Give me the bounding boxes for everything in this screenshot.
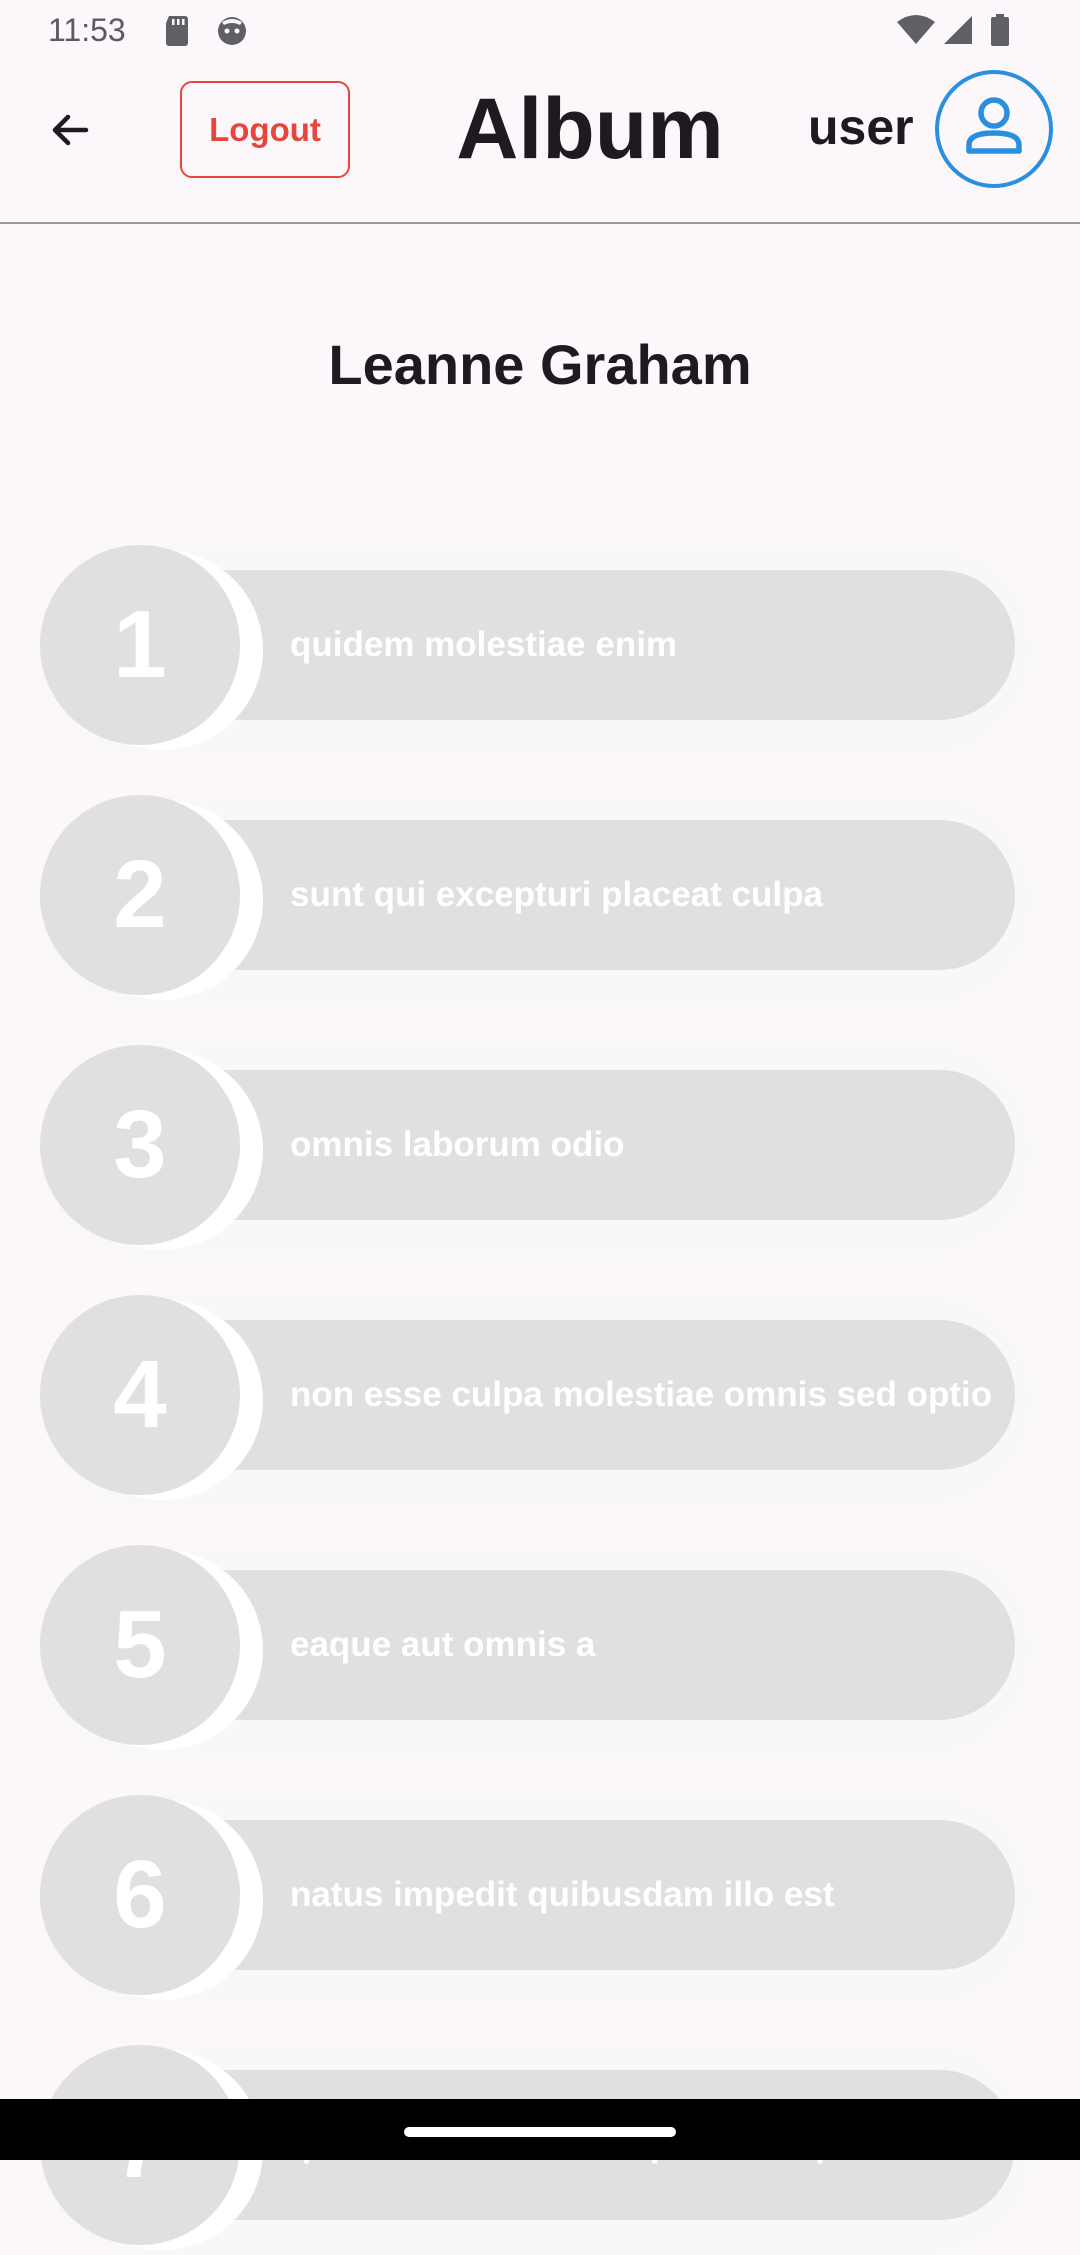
status-bar: 11:53 (0, 0, 1080, 62)
home-indicator[interactable] (404, 2127, 676, 2137)
album-number-badge: 4 (40, 1295, 240, 1495)
album-number-badge: 5 (40, 1545, 240, 1745)
signal-icon (942, 14, 974, 46)
album-number-badge: 2 (40, 795, 240, 995)
album-list-item[interactable]: 6 natus impedit quibusdam illo est (0, 1795, 1080, 2005)
back-button[interactable] (34, 96, 106, 168)
person-outline-icon (956, 89, 1032, 170)
album-title: non esse culpa molestiae omnis sed optio (290, 1375, 993, 1414)
user-label: user (808, 99, 914, 155)
album-title: sunt qui excepturi placeat culpa (290, 875, 823, 914)
album-list-item[interactable]: 1 quidem molestiae enim (0, 545, 1080, 755)
album-number-badge: 6 (40, 1795, 240, 1995)
top-app-bar: Logout Album user (0, 62, 1080, 224)
logout-button[interactable]: Logout (180, 81, 350, 178)
album-title: omnis laborum odio (290, 1125, 625, 1164)
album-title: natus impedit quibusdam illo est (290, 1875, 835, 1914)
album-list-item[interactable]: 5 eaque aut omnis a (0, 1545, 1080, 1755)
page-title: Album (456, 81, 724, 177)
sd-card-icon (163, 14, 191, 46)
system-navigation-bar (0, 2099, 1080, 2160)
album-title: quidem molestiae enim (290, 625, 678, 664)
wifi-icon (896, 14, 936, 46)
album-number-badge: 3 (40, 1045, 240, 1245)
album-list-item[interactable]: 4 non esse culpa molestiae omnis sed opt… (0, 1295, 1080, 1505)
battery-icon (990, 14, 1010, 46)
album-title: eaque aut omnis a (290, 1625, 596, 1664)
album-list-item[interactable]: 2 sunt qui excepturi placeat culpa (0, 795, 1080, 1005)
album-number-badge: 1 (40, 545, 240, 745)
notification-face-icon (216, 14, 248, 46)
user-name-heading: Leanne Graham (328, 333, 752, 396)
arrow-back-icon (46, 106, 94, 159)
album-list-item[interactable]: 3 omnis laborum odio (0, 1045, 1080, 1255)
status-time: 11:53 (48, 12, 126, 48)
avatar-button[interactable] (935, 70, 1053, 188)
